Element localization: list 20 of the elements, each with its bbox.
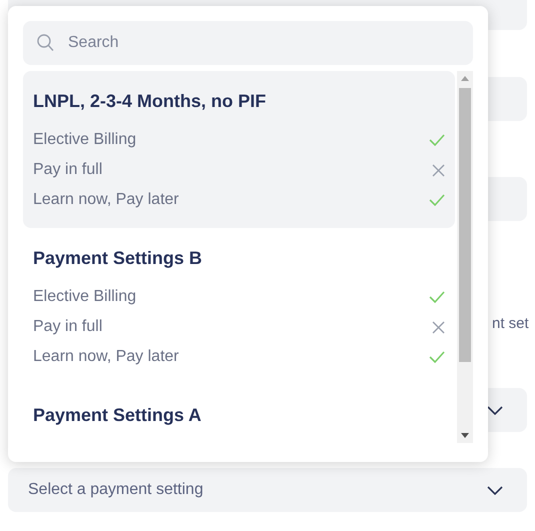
search-field[interactable]: Search: [23, 21, 473, 65]
scrollbar[interactable]: [457, 71, 473, 443]
payment-setting-select[interactable]: Select a payment setting: [8, 468, 527, 512]
group-title: Payment Settings B: [33, 248, 204, 269]
field-label: nt set: [492, 315, 529, 332]
option-label: Learn now, Pay later: [33, 348, 179, 366]
group-title: Payment Settings A: [33, 405, 202, 426]
option-label: Elective Billing: [33, 131, 136, 149]
chevron-down-icon: [487, 486, 503, 494]
option-group[interactable]: LNPL, 2-3-4 Months, no PIF Elective Billing Pay in full Learn now, Pay later: [23, 71, 455, 228]
option-label: Learn now, Pay later: [33, 191, 179, 209]
option-label: Pay in full: [33, 161, 102, 179]
scroll-up-icon[interactable]: [461, 76, 469, 81]
option-group[interactable]: Payment Settings B Elective Billing Pay in full Learn now, Pay later: [23, 228, 455, 385]
scroll-thumb[interactable]: [459, 88, 471, 362]
group-title: LNPL, 2-3-4 Months, no PIF: [33, 91, 267, 112]
option-label: Elective Billing: [33, 288, 136, 306]
chevron-down-icon: [487, 406, 503, 414]
option-group[interactable]: Payment Settings A: [23, 385, 455, 443]
option-label: Pay in full: [33, 318, 102, 336]
